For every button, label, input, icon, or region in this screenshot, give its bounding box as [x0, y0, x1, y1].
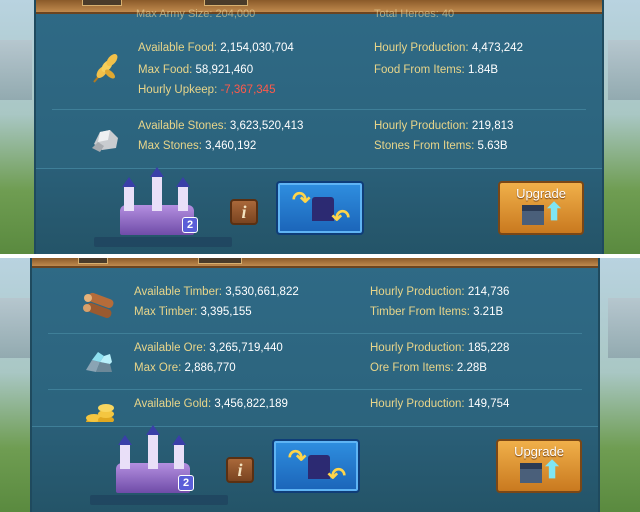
max-timber: Max Timber: 3,395,155 [134, 306, 252, 318]
panel-header-bar [32, 258, 598, 268]
ore-from-items: Ore From Items: 2.28B [370, 362, 487, 374]
action-strip: 2 i ↷ ↶ Upgrade ⬆ [32, 425, 598, 512]
max-stones: Max Stones: 3,460,192 [138, 140, 257, 152]
max-ore: Max Ore: 2,886,770 [134, 362, 236, 374]
vip-badge [78, 258, 108, 264]
ore-section: Available Ore: 3,265,719,440 Max Ore: 2,… [32, 334, 598, 390]
food-section: Available Food: 2,154,030,704 Max Food: … [36, 28, 602, 110]
gold-icon [86, 404, 114, 422]
stones-from-items: Stones From Items: 5.63B [374, 140, 508, 152]
food-from-items: Food From Items: 1.84B [374, 64, 499, 76]
resource-screen-bottom: Available Timber: 3,530,661,822 Max Timb… [0, 258, 640, 512]
castle-shadow [90, 495, 228, 505]
vip-badge [82, 0, 122, 6]
resources-panel: Max Army Size: 204,000 Total Heroes: 40 … [34, 0, 604, 254]
upgrade-button[interactable]: Upgrade ⬆ [496, 439, 582, 493]
gold-section: Available Gold: 3,456,822,189 Hourly Pro… [32, 390, 598, 422]
timber-section: Available Timber: 3,530,661,822 Max Timb… [32, 276, 598, 334]
castle-level-badge: 2 [178, 475, 194, 491]
house-icon [522, 205, 544, 225]
background-building [0, 298, 32, 358]
timber-icon [83, 292, 114, 319]
rotate-arrow-icon: ↷ [292, 187, 311, 212]
ore-icon [86, 352, 112, 372]
timber-hourly-production: Hourly Production: 214,736 [370, 286, 510, 298]
wheat-icon [93, 54, 118, 83]
info-button[interactable]: i [226, 457, 254, 483]
food-hourly-production: Hourly Production: 4,473,242 [374, 42, 523, 54]
arrow-up-icon: ⬆ [542, 457, 563, 484]
gold-hourly-production: Hourly Production: 149,754 [370, 398, 510, 410]
switch-castle-button[interactable]: ↷ ↶ [276, 181, 364, 235]
rotate-arrow-icon: ↶ [331, 205, 350, 230]
hourly-upkeep: Hourly Upkeep: -7,367,345 [138, 84, 276, 96]
castle-image: 2 [90, 425, 228, 505]
available-stones: Available Stones: 3,623,520,413 [138, 120, 304, 132]
available-ore: Available Ore: 3,265,719,440 [134, 342, 283, 354]
arrow-up-icon: ⬆ [544, 199, 565, 226]
background-building [0, 40, 32, 100]
resource-screen-top: Max Army Size: 204,000 Total Heroes: 40 … [0, 0, 640, 254]
ore-hourly-production: Hourly Production: 185,228 [370, 342, 510, 354]
info-button[interactable]: i [230, 199, 258, 225]
background-building [608, 40, 640, 100]
house-icon [520, 463, 542, 483]
stone-section: Available Stones: 3,623,520,413 Max Ston… [36, 110, 602, 168]
max-army-size-text: Max Army Size: 204,000 [136, 8, 256, 20]
available-food: Available Food: 2,154,030,704 [138, 42, 294, 54]
switch-castle-button[interactable]: ↷ ↶ [272, 439, 360, 493]
rotate-arrow-icon: ↶ [327, 463, 346, 488]
available-gold: Available Gold: 3,456,822,189 [134, 398, 288, 410]
stone-hourly-production: Hourly Production: 219,813 [374, 120, 514, 132]
upgrade-button[interactable]: Upgrade ⬆ [498, 181, 584, 235]
action-strip: 2 i ↷ ↶ Upgrade ⬆ [36, 167, 602, 254]
total-heroes-text: Total Heroes: 40 [374, 8, 455, 20]
background-building [608, 298, 640, 358]
stone-icon [92, 130, 118, 152]
available-timber: Available Timber: 3,530,661,822 [134, 286, 299, 298]
portrait-frame [198, 258, 242, 264]
panel-header-bar [36, 0, 602, 14]
resources-panel: Available Timber: 3,530,661,822 Max Timb… [30, 258, 600, 512]
portrait-frame [204, 0, 248, 6]
castle-level-badge: 2 [182, 217, 198, 233]
castle-shadow [94, 237, 232, 247]
rotate-arrow-icon: ↷ [288, 445, 307, 470]
max-food: Max Food: 58,921,460 [138, 64, 254, 76]
timber-from-items: Timber From Items: 3.21B [370, 306, 504, 318]
castle-image: 2 [94, 167, 232, 247]
